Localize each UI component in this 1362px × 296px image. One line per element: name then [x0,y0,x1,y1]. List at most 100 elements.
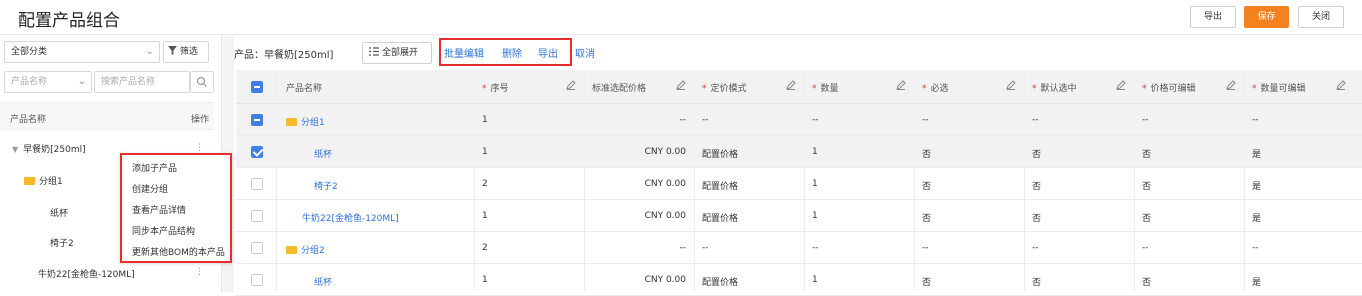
tree-node-label: 早餐奶[250ml] [23,145,86,155]
row-checkbox[interactable] [251,146,263,158]
row-price: -- [679,115,687,125]
cancel-link[interactable]: 取消 [575,45,595,60]
edit-icon[interactable] [896,80,906,90]
row-required: 否 [922,214,932,224]
edit-icon[interactable] [1006,80,1016,90]
row-required: -- [922,115,929,125]
col-standard-price: 标准选配价格 [592,84,647,94]
search-field-value: 产品名称 [11,77,48,87]
row-seq: 2 [482,179,488,189]
more-icon[interactable]: ⋮ [195,267,204,277]
row-mode: -- [702,243,709,253]
row-qty: 1 [812,147,818,157]
row-name[interactable]: 纸杯 [314,147,332,160]
table-row[interactable]: 牛奶22[金枪鱼-120ML] 1 CNY 0.00 配置价格 1 否 否 否 … [236,200,1362,232]
expand-all-button[interactable]: 全部展开 [362,42,432,64]
col-seq: * 序号 [482,84,509,94]
row-price: CNY 0.00 [644,275,686,285]
close-button[interactable]: 关闭 [1298,6,1344,28]
search-field-select[interactable]: 产品名称 ⌄ [4,71,92,93]
row-price-edit: 否 [1142,214,1152,224]
search-input[interactable]: 搜索产品名称 [94,71,190,93]
row-qty: -- [812,243,819,253]
tree-header: 产品名称 操作 [0,102,214,130]
row-qty-edit: 是 [1252,214,1262,224]
tree-col-op: 操作 [191,115,210,125]
edit-icon[interactable] [1116,80,1126,90]
row-price-edit: -- [1142,115,1149,125]
col-qty-editable: * 数量可编辑 [1252,84,1306,94]
row-name[interactable]: 椅子2 [314,179,338,192]
row-mode: 配置价格 [702,278,739,288]
row-seq: 1 [482,211,488,221]
row-qty-edit: 是 [1252,182,1262,192]
more-icon[interactable]: ⋮ [195,143,204,153]
row-qty-edit: -- [1252,243,1259,253]
row-required: 否 [922,150,932,160]
row-default: 否 [1032,182,1042,192]
menu-create-group[interactable]: 创建分组 [122,180,230,201]
col-required: * 必选 [922,84,949,94]
row-seq: 1 [482,115,488,125]
row-checkbox[interactable] [251,114,263,126]
col-product-name: 产品名称 [286,84,323,94]
col-price-editable: * 价格可编辑 [1142,84,1196,94]
tree-node-root[interactable]: ▼ 早餐奶[250ml] [12,142,86,155]
row-mode: -- [702,115,709,125]
search-button[interactable] [190,71,214,93]
delete-link[interactable]: 删除 [502,45,522,60]
expand-all-label: 全部展开 [382,48,419,58]
menu-view-product-details[interactable]: 查看产品详情 [122,201,230,222]
edit-icon[interactable] [786,80,796,90]
select-all-checkbox[interactable] [251,81,263,93]
row-default: 否 [1032,278,1042,288]
batch-edit-link[interactable]: 批量编辑 [444,45,484,60]
row-mode: 配置价格 [702,214,739,224]
product-label-value: 早餐奶[250ml] [264,50,334,61]
edit-icon[interactable] [1336,80,1346,90]
list-icon [369,47,379,56]
row-required: 否 [922,278,932,288]
menu-add-child-product[interactable]: 添加子产品 [122,159,230,180]
context-menu: 添加子产品 创建分组 查看产品详情 同步本产品结构 更新其他BOM的本产品 [120,153,232,263]
category-select[interactable]: 全部分类 ⌄ [4,41,160,63]
row-mode: 配置价格 [702,150,739,160]
row-price-edit: 否 [1142,150,1152,160]
row-name: 分组2 [286,243,325,256]
search-icon [196,76,207,87]
row-name[interactable]: 牛奶22[金枪鱼-120ML] [302,211,399,224]
row-name[interactable]: 纸杯 [314,275,332,288]
table-row[interactable]: 纸杯 1 CNY 0.00 配置价格 1 否 否 否 是 [236,264,1362,296]
export-link[interactable]: 导出 [538,45,558,60]
tree-node-group1[interactable]: 分组1 [24,174,63,187]
tree-node-label: 分组1 [39,177,63,187]
save-button[interactable]: 保存 [1244,6,1289,28]
table-row[interactable]: 椅子2 2 CNY 0.00 配置价格 1 否 否 否 是 [236,168,1362,200]
folder-icon [286,118,297,126]
export-button[interactable]: 导出 [1190,6,1236,28]
table-row[interactable]: 分组2 2 -- -- -- -- -- -- -- [236,232,1362,264]
row-default: 否 [1032,214,1042,224]
edit-icon[interactable] [1226,80,1236,90]
row-checkbox[interactable] [251,210,263,222]
tree-node-paper-cup[interactable]: 纸杯 [50,206,68,219]
row-default: -- [1032,115,1039,125]
tree-node-chair2[interactable]: 椅子2 [50,236,74,249]
row-required: 否 [922,182,932,192]
row-qty: 1 [812,179,818,189]
row-checkbox[interactable] [251,274,263,286]
row-qty: -- [812,115,819,125]
row-checkbox[interactable] [251,178,263,190]
edit-icon[interactable] [676,80,686,90]
tree-node-milk22[interactable]: 牛奶22[金枪鱼-120ML] [38,267,135,280]
edit-icon[interactable] [566,80,576,90]
row-price: -- [679,243,687,253]
row-price: CNY 0.00 [644,147,686,157]
row-checkbox[interactable] [251,242,263,254]
table-row[interactable]: 分组1 1 -- -- -- -- -- -- -- [236,104,1362,136]
menu-update-other-bom[interactable]: 更新其他BOM的本产品 [122,243,230,264]
table-row[interactable]: 纸杯 1 CNY 0.00 配置价格 1 否 否 否 是 [236,136,1362,168]
menu-sync-structure[interactable]: 同步本产品结构 [122,222,230,243]
filter-button[interactable]: 筛选 [163,41,209,63]
col-default-selected: * 默认选中 [1032,84,1077,94]
